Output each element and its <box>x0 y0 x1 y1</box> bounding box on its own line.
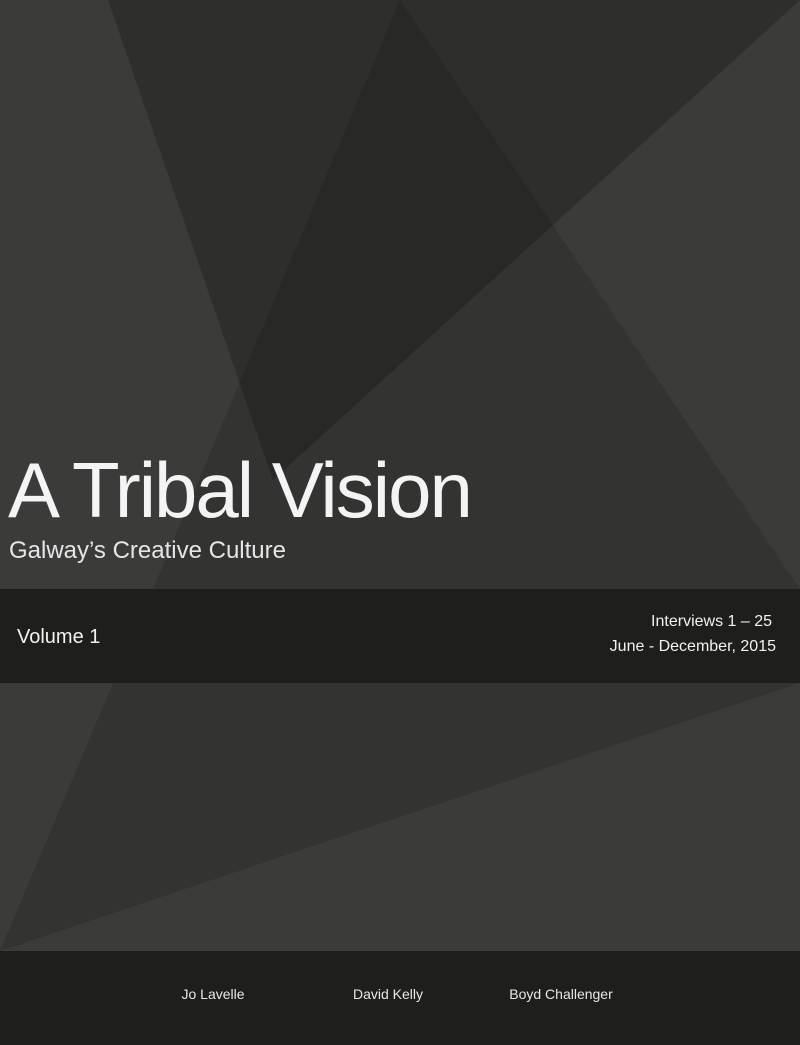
cover-subtitle: Galway’s Creative Culture <box>9 537 286 564</box>
author-name: Boyd Challenger <box>509 986 613 1002</box>
author-name: Jo Lavelle <box>181 986 245 1002</box>
volume-label: Volume 1 <box>17 626 101 648</box>
date-range: June - December, 2015 <box>609 638 776 655</box>
volume-band <box>0 589 800 683</box>
cover-title: A Tribal Vision <box>8 446 473 534</box>
interviews-range: Interviews 1 – 25 <box>651 613 772 630</box>
author-name: David Kelly <box>352 986 424 1002</box>
